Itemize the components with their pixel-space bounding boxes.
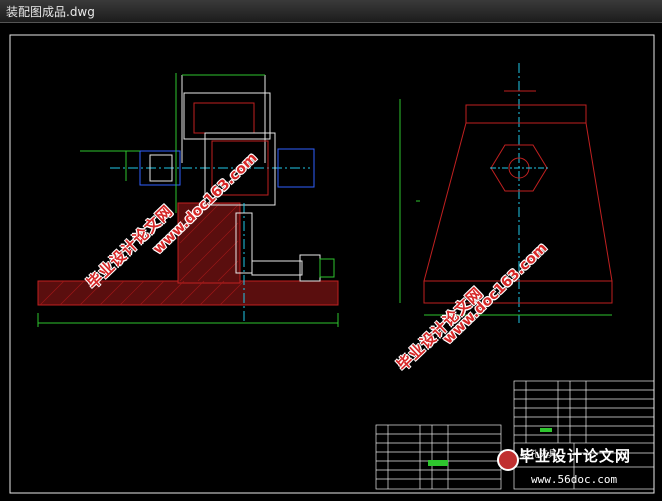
title-bar[interactable]: 装配图成品.dwg <box>0 0 662 23</box>
top-cap <box>465 104 587 124</box>
upper-housing <box>183 92 271 140</box>
brand-circle-icon <box>497 449 519 471</box>
side-body <box>423 122 613 282</box>
brand-url: www.56doc.com <box>531 473 618 486</box>
brand-logo: 毕业设计论文网 www.56doc.com <box>495 443 660 495</box>
cad-window: 装配图成品.dwg 钻孔夹具 www.doc163.com 毕业设计论文网 ww… <box>0 0 662 497</box>
front-view <box>37 73 339 327</box>
base-plate <box>37 280 339 306</box>
handle-shaft <box>251 260 303 276</box>
drawing-canvas[interactable]: 钻孔夹具 www.doc163.com 毕业设计论文网 www.doc163.c… <box>0 23 662 497</box>
side-base <box>423 280 613 304</box>
window-title: 装配图成品.dwg <box>6 5 95 19</box>
brand-name: 毕业设计论文网 <box>519 447 632 465</box>
